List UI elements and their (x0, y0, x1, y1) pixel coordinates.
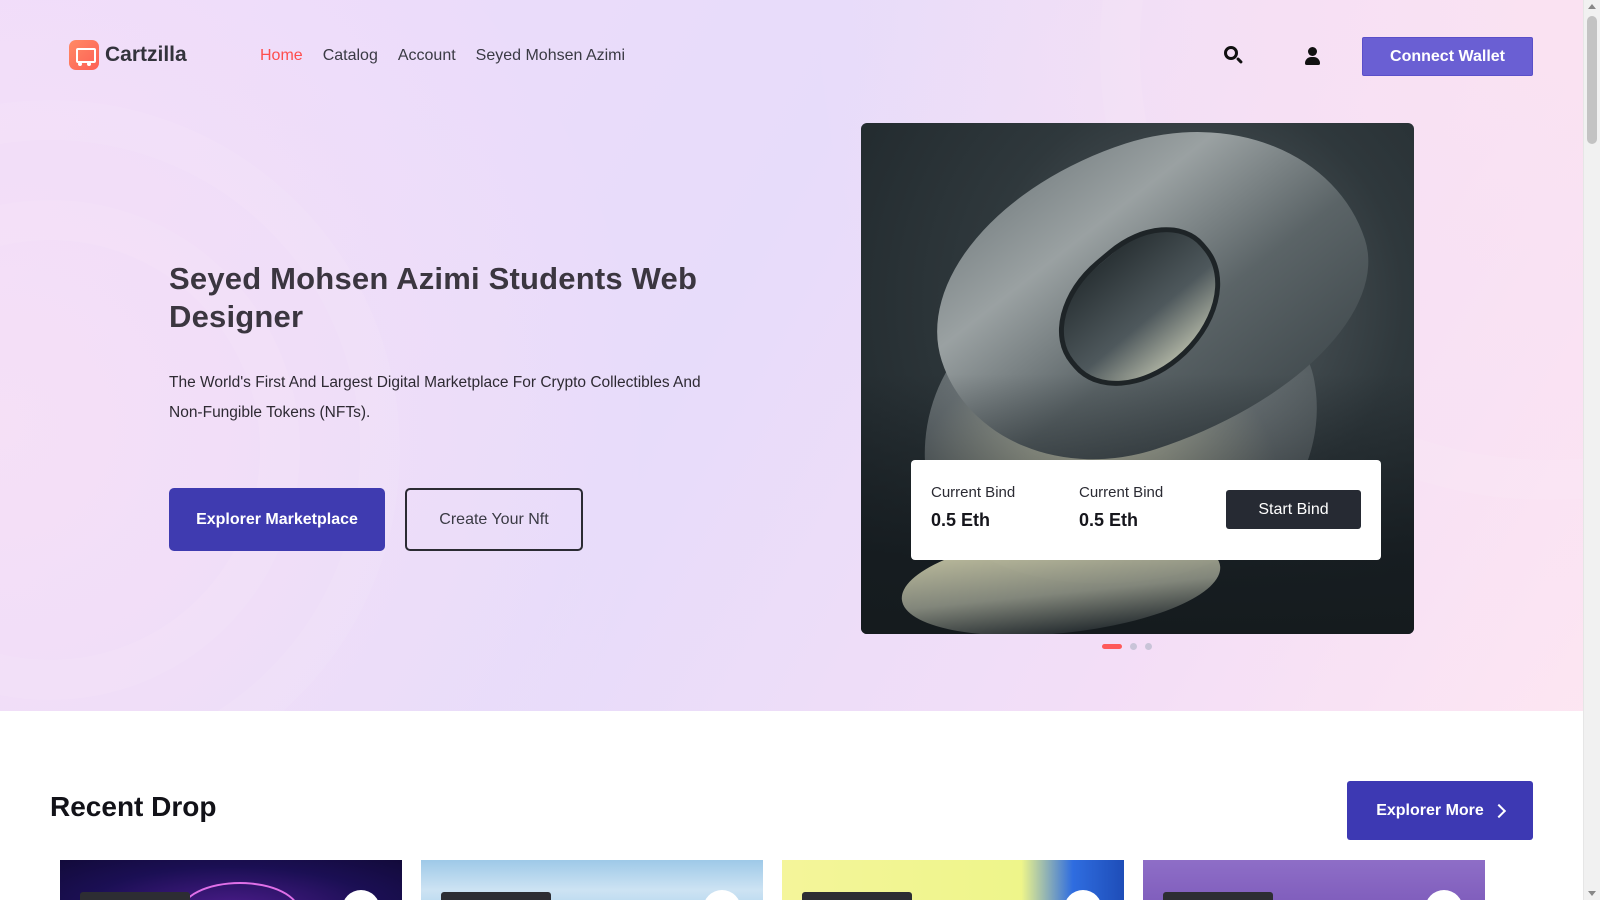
carousel-dot-1[interactable] (1102, 644, 1122, 649)
bid-card: Current Bind 0.5 Eth Current Bind 0.5 Et… (911, 460, 1381, 560)
page-scrollbar[interactable] (1583, 0, 1600, 900)
heart-icon[interactable] (1064, 890, 1102, 900)
nft-card[interactable] (782, 860, 1124, 900)
hero-title: Seyed Mohsen Azimi Students Web Designer (169, 261, 698, 334)
bid-value: 0.5 Eth (931, 510, 991, 530)
user-icon[interactable] (1301, 44, 1325, 68)
heart-icon[interactable] (342, 890, 380, 900)
create-nft-button[interactable]: Create Your Nft (405, 488, 583, 551)
current-bid-2: Current Bind 0.5 Eth (1079, 484, 1163, 531)
chevron-right-icon (1491, 803, 1506, 818)
explore-marketplace-button[interactable]: Explorer Marketplace (169, 488, 385, 551)
bid-label: Current Bind (1079, 484, 1164, 501)
start-bid-button[interactable]: Start Bind (1226, 490, 1361, 529)
heart-icon[interactable] (1425, 890, 1463, 900)
explore-more-label: Explorer More (1376, 801, 1484, 819)
recent-drop-title: Recent Drop (50, 791, 217, 822)
scroll-thumb[interactable] (1587, 16, 1597, 144)
bid-value: 0.5 Eth (1079, 510, 1139, 530)
search-icon[interactable] (1222, 44, 1246, 68)
hero-description: The World's First And Largest Digital Ma… (169, 374, 701, 421)
scroll-down-icon[interactable] (1588, 891, 1596, 896)
nav-item-account[interactable]: Account (398, 46, 456, 66)
main-nav: Home Catalog Account Seyed Mohsen Azimi (260, 46, 645, 66)
carousel-dot-2[interactable] (1130, 643, 1137, 650)
brand-logo[interactable]: Cartzilla (69, 40, 187, 70)
nav-item-home[interactable]: Home (260, 46, 303, 66)
carousel-dots (1102, 643, 1152, 650)
carousel-dot-3[interactable] (1145, 643, 1152, 650)
connect-wallet-button[interactable]: Connect Wallet (1362, 37, 1533, 76)
cart-logo-icon (69, 40, 99, 70)
bid-label: Current Bind (931, 484, 1016, 501)
card-tag (441, 892, 551, 900)
card-tag (80, 892, 190, 900)
nft-card[interactable] (1143, 860, 1485, 900)
nft-card[interactable] (60, 860, 402, 900)
nft-card[interactable] (421, 860, 763, 900)
nav-item-profile[interactable]: Seyed Mohsen Azimi (476, 46, 625, 66)
card-tag (802, 892, 912, 900)
card-tag (1163, 892, 1273, 900)
current-bid-1: Current Bind 0.5 Eth (931, 484, 1015, 531)
scroll-up-icon[interactable] (1588, 4, 1596, 9)
brand-name: Cartzilla (105, 43, 187, 66)
nav-item-catalog[interactable]: Catalog (323, 46, 378, 66)
explore-more-button[interactable]: Explorer More (1347, 781, 1533, 840)
heart-icon[interactable] (703, 890, 741, 900)
